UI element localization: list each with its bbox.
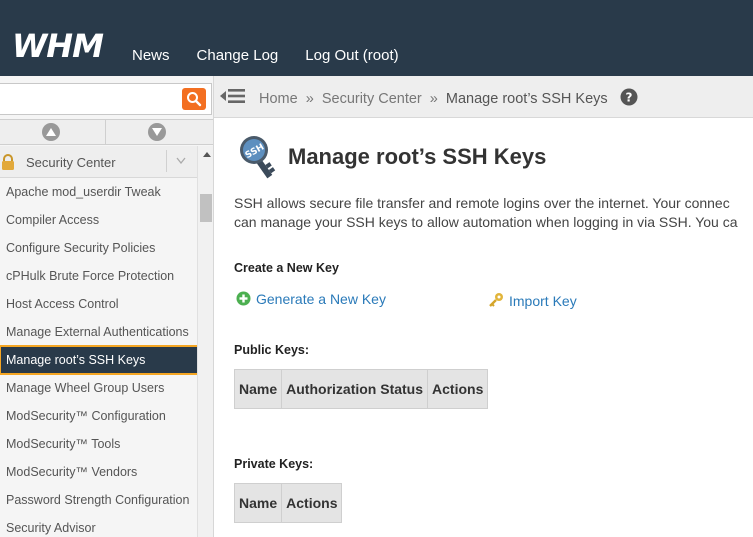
public-keys-table: Name Authorization Status Actions <box>233 369 489 409</box>
top-bar: WHM News Change Log Log Out (root) <box>0 0 753 76</box>
column-header-authorization-status[interactable]: Authorization Status <box>281 369 429 409</box>
whm-logo[interactable]: WHM <box>12 26 112 66</box>
sidebar-item-password-strength[interactable]: Password Strength Configuration <box>0 486 197 514</box>
breadcrumb-bar: Home » Security Center » Manage root’s S… <box>214 76 753 118</box>
menu-toggle-icon[interactable] <box>220 86 246 106</box>
svg-text:WHM: WHM <box>12 27 104 65</box>
plus-circle-icon <box>236 291 251 306</box>
breadcrumb-separator: » <box>305 91 314 107</box>
sidebar-category-security-center[interactable]: Security Center <box>0 146 197 178</box>
sidebar-item-modsecurity-tools[interactable]: ModSecurity™ Tools <box>0 430 197 458</box>
page-description: SSH allows secure file transfer and remo… <box>234 194 753 232</box>
key-import-icon <box>489 293 503 307</box>
sidebar-item-wheel-group-users[interactable]: Manage Wheel Group Users <box>0 374 197 402</box>
generate-key-label: Generate a New Key <box>256 291 386 307</box>
private-keys-table: Name Actions <box>233 483 343 523</box>
nav-log-out[interactable]: Log Out (root) <box>305 47 398 64</box>
private-keys-heading: Private Keys: <box>234 457 314 471</box>
sidebar-item-external-authentications[interactable]: Manage External Authentications <box>0 318 197 346</box>
create-key-heading: Create a New Key <box>234 261 339 275</box>
sidebar-list: Security Center Apache mod_userdir Tweak… <box>0 146 200 537</box>
description-line: SSH allows secure file transfer and remo… <box>234 195 730 211</box>
sidebar-search <box>0 80 213 116</box>
import-key-link[interactable]: Import Key <box>488 292 577 309</box>
sidebar-item-modsecurity-configuration[interactable]: ModSecurity™ Configuration <box>0 402 197 430</box>
sidebar-item-cphulk[interactable]: cPHulk Brute Force Protection <box>0 262 197 290</box>
page-title: Manage root’s SSH Keys <box>288 144 547 169</box>
expand-all-button[interactable] <box>106 120 212 144</box>
sidebar-item-configure-security-policies[interactable]: Configure Security Policies <box>0 234 197 262</box>
sidebar: Security Center Apache mod_userdir Tweak… <box>0 76 214 537</box>
lock-icon <box>2 154 14 170</box>
breadcrumb-security-center[interactable]: Security Center <box>322 91 422 107</box>
sidebar-collapse-controls <box>0 119 213 145</box>
sidebar-scrollbar[interactable] <box>197 146 213 537</box>
top-nav: News Change Log Log Out (root) <box>132 47 426 64</box>
category-label: Security Center <box>26 155 116 170</box>
arrow-up-icon <box>46 128 56 136</box>
chevron-down-icon <box>176 157 186 164</box>
column-header-name[interactable]: Name <box>233 483 283 523</box>
breadcrumb-current: Manage root’s SSH Keys <box>445 91 608 107</box>
category-toggle[interactable] <box>166 150 194 172</box>
search-input[interactable] <box>0 83 212 115</box>
breadcrumb: Home » Security Center » Manage root’s S… <box>259 88 638 107</box>
column-header-name[interactable]: Name <box>233 369 283 409</box>
sidebar-item-ssh-keys[interactable]: Manage root’s SSH Keys <box>0 345 200 375</box>
sidebar-item-apache-mod-userdir[interactable]: Apache mod_userdir Tweak <box>0 178 197 206</box>
column-header-actions: Actions <box>281 483 343 523</box>
help-icon[interactable]: ? <box>620 88 638 106</box>
collapse-all-button[interactable] <box>0 120 106 144</box>
sidebar-item-host-access-control[interactable]: Host Access Control <box>0 290 197 318</box>
breadcrumb-home[interactable]: Home <box>259 91 298 107</box>
scroll-up-arrow-icon[interactable] <box>203 152 211 157</box>
search-button[interactable] <box>182 88 206 110</box>
scroll-thumb[interactable] <box>200 194 212 222</box>
main-content: SSH Manage root’s SSH Keys SSH allows se… <box>214 119 753 537</box>
nav-change-log[interactable]: Change Log <box>197 47 279 64</box>
sidebar-item-security-advisor[interactable]: Security Advisor <box>0 514 197 537</box>
generate-key-link[interactable]: Generate a New Key <box>236 291 386 307</box>
nav-news[interactable]: News <box>132 47 170 64</box>
breadcrumb-separator: » <box>429 91 438 107</box>
column-header-actions: Actions <box>427 369 489 409</box>
svg-text:?: ? <box>625 91 632 105</box>
description-line: can manage your SSH keys to allow automa… <box>234 214 738 230</box>
search-icon <box>187 92 202 107</box>
arrow-down-icon <box>152 128 162 136</box>
import-key-label: Import Key <box>509 293 577 309</box>
public-keys-heading: Public Keys: <box>234 343 310 357</box>
sidebar-item-modsecurity-vendors[interactable]: ModSecurity™ Vendors <box>0 458 197 486</box>
sidebar-item-compiler-access[interactable]: Compiler Access <box>0 206 197 234</box>
ssh-key-icon: SSH <box>240 136 276 179</box>
